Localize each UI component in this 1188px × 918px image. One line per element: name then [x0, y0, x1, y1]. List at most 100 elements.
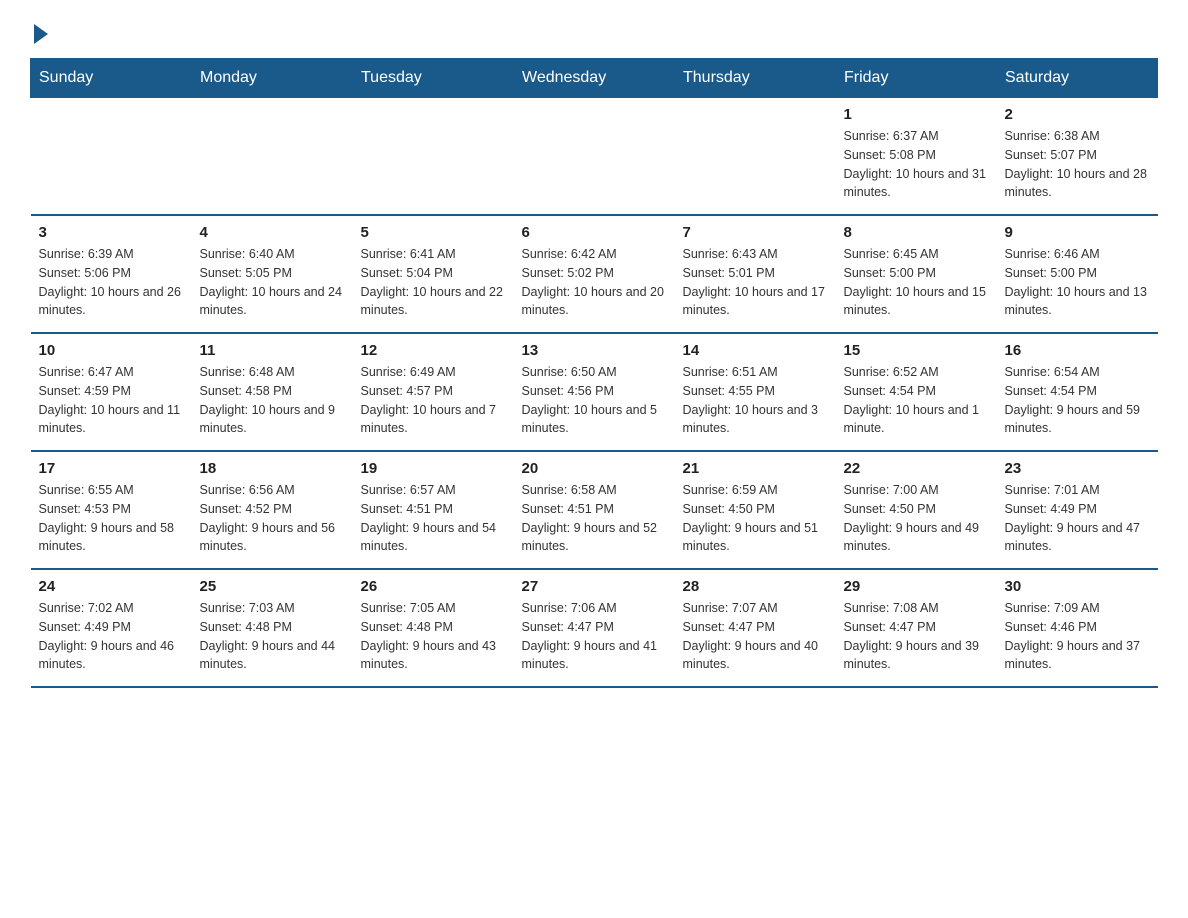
- calendar-row: 10 Sunrise: 6:47 AMSunset: 4:59 PMDayligh…: [31, 333, 1158, 451]
- calendar-row: 3 Sunrise: 6:39 AMSunset: 5:06 PMDaylight…: [31, 215, 1158, 333]
- day-number: 30: [1005, 578, 1150, 595]
- day-info: Sunrise: 6:57 AMSunset: 4:51 PMDaylight:…: [361, 481, 506, 556]
- calendar-cell: [675, 98, 836, 216]
- day-number: 2: [1005, 106, 1150, 123]
- calendar-cell: 4 Sunrise: 6:40 AMSunset: 5:05 PMDaylight…: [192, 215, 353, 333]
- calendar-table: SundayMondayTuesdayWednesdayThursdayFrid…: [30, 58, 1158, 688]
- calendar-cell: 11 Sunrise: 6:48 AMSunset: 4:58 PMDayligh…: [192, 333, 353, 451]
- day-info: Sunrise: 7:08 AMSunset: 4:47 PMDaylight:…: [844, 599, 989, 674]
- calendar-cell: [192, 98, 353, 216]
- day-info: Sunrise: 6:42 AMSunset: 5:02 PMDaylight:…: [522, 245, 667, 320]
- day-number: 13: [522, 342, 667, 359]
- logo-arrow-icon: [34, 24, 48, 44]
- day-number: 19: [361, 460, 506, 477]
- day-number: 24: [39, 578, 184, 595]
- calendar-cell: 17 Sunrise: 6:55 AMSunset: 4:53 PMDayligh…: [31, 451, 192, 569]
- day-info: Sunrise: 7:07 AMSunset: 4:47 PMDaylight:…: [683, 599, 828, 674]
- day-number: 14: [683, 342, 828, 359]
- day-number: 12: [361, 342, 506, 359]
- calendar-row: 1 Sunrise: 6:37 AMSunset: 5:08 PMDaylight…: [31, 98, 1158, 216]
- day-info: Sunrise: 6:51 AMSunset: 4:55 PMDaylight:…: [683, 363, 828, 438]
- calendar-cell: 5 Sunrise: 6:41 AMSunset: 5:04 PMDaylight…: [353, 215, 514, 333]
- calendar-cell: 27Sunrise: 7:06 AMSunset: 4:47 PMDayligh…: [514, 569, 675, 687]
- day-info: Sunrise: 7:09 AMSunset: 4:46 PMDaylight:…: [1005, 599, 1150, 674]
- calendar-cell: 21 Sunrise: 6:59 AMSunset: 4:50 PMDayligh…: [675, 451, 836, 569]
- weekday-header-tuesday: Tuesday: [353, 59, 514, 98]
- weekday-header-row: SundayMondayTuesdayWednesdayThursdayFrid…: [31, 59, 1158, 98]
- day-info: Sunrise: 6:45 AMSunset: 5:00 PMDaylight:…: [844, 245, 989, 320]
- day-info: Sunrise: 7:06 AMSunset: 4:47 PMDaylight:…: [522, 599, 667, 674]
- day-info: Sunrise: 6:47 AMSunset: 4:59 PMDaylight:…: [39, 363, 184, 438]
- day-info: Sunrise: 7:05 AMSunset: 4:48 PMDaylight:…: [361, 599, 506, 674]
- weekday-header-saturday: Saturday: [997, 59, 1158, 98]
- weekday-header-wednesday: Wednesday: [514, 59, 675, 98]
- calendar-row: 17 Sunrise: 6:55 AMSunset: 4:53 PMDayligh…: [31, 451, 1158, 569]
- day-number: 17: [39, 460, 184, 477]
- calendar-row: 24 Sunrise: 7:02 AMSunset: 4:49 PMDayligh…: [31, 569, 1158, 687]
- day-number: 22: [844, 460, 989, 477]
- day-info: Sunrise: 6:38 AMSunset: 5:07 PMDaylight:…: [1005, 127, 1150, 202]
- day-number: 9: [1005, 224, 1150, 241]
- day-info: Sunrise: 6:46 AMSunset: 5:00 PMDaylight:…: [1005, 245, 1150, 320]
- weekday-header-thursday: Thursday: [675, 59, 836, 98]
- day-info: Sunrise: 6:37 AMSunset: 5:08 PMDaylight:…: [844, 127, 989, 202]
- calendar-cell: 15Sunrise: 6:52 AMSunset: 4:54 PMDayligh…: [836, 333, 997, 451]
- day-number: 10: [39, 342, 184, 359]
- calendar-cell: 8 Sunrise: 6:45 AMSunset: 5:00 PMDaylight…: [836, 215, 997, 333]
- calendar-cell: 14 Sunrise: 6:51 AMSunset: 4:55 PMDayligh…: [675, 333, 836, 451]
- calendar-cell: 25 Sunrise: 7:03 AMSunset: 4:48 PMDayligh…: [192, 569, 353, 687]
- day-number: 11: [200, 342, 345, 359]
- calendar-cell: 19 Sunrise: 6:57 AMSunset: 4:51 PMDayligh…: [353, 451, 514, 569]
- day-number: 6: [522, 224, 667, 241]
- day-info: Sunrise: 7:01 AMSunset: 4:49 PMDaylight:…: [1005, 481, 1150, 556]
- calendar-cell: 22 Sunrise: 7:00 AMSunset: 4:50 PMDayligh…: [836, 451, 997, 569]
- day-info: Sunrise: 7:03 AMSunset: 4:48 PMDaylight:…: [200, 599, 345, 674]
- day-number: 25: [200, 578, 345, 595]
- day-number: 5: [361, 224, 506, 241]
- calendar-cell: 30 Sunrise: 7:09 AMSunset: 4:46 PMDayligh…: [997, 569, 1158, 687]
- day-info: Sunrise: 6:48 AMSunset: 4:58 PMDaylight:…: [200, 363, 345, 438]
- day-number: 29: [844, 578, 989, 595]
- weekday-header-monday: Monday: [192, 59, 353, 98]
- day-number: 16: [1005, 342, 1150, 359]
- calendar-cell: 28 Sunrise: 7:07 AMSunset: 4:47 PMDayligh…: [675, 569, 836, 687]
- day-info: Sunrise: 6:40 AMSunset: 5:05 PMDaylight:…: [200, 245, 345, 320]
- day-number: 21: [683, 460, 828, 477]
- calendar-cell: 23 Sunrise: 7:01 AMSunset: 4:49 PMDayligh…: [997, 451, 1158, 569]
- day-info: Sunrise: 6:58 AMSunset: 4:51 PMDaylight:…: [522, 481, 667, 556]
- weekday-header-friday: Friday: [836, 59, 997, 98]
- calendar-cell: 3 Sunrise: 6:39 AMSunset: 5:06 PMDaylight…: [31, 215, 192, 333]
- logo: [30, 20, 48, 38]
- day-info: Sunrise: 6:41 AMSunset: 5:04 PMDaylight:…: [361, 245, 506, 320]
- day-number: 26: [361, 578, 506, 595]
- day-number: 1: [844, 106, 989, 123]
- day-number: 23: [1005, 460, 1150, 477]
- day-number: 15: [844, 342, 989, 359]
- calendar-cell: 13 Sunrise: 6:50 AMSunset: 4:56 PMDayligh…: [514, 333, 675, 451]
- page-header: [30, 20, 1158, 38]
- calendar-cell: [353, 98, 514, 216]
- day-number: 4: [200, 224, 345, 241]
- day-info: Sunrise: 6:59 AMSunset: 4:50 PMDaylight:…: [683, 481, 828, 556]
- calendar-cell: 29 Sunrise: 7:08 AMSunset: 4:47 PMDayligh…: [836, 569, 997, 687]
- day-info: Sunrise: 6:54 AMSunset: 4:54 PMDaylight:…: [1005, 363, 1150, 438]
- weekday-header-sunday: Sunday: [31, 59, 192, 98]
- day-number: 8: [844, 224, 989, 241]
- day-info: Sunrise: 7:02 AMSunset: 4:49 PMDaylight:…: [39, 599, 184, 674]
- day-info: Sunrise: 6:55 AMSunset: 4:53 PMDaylight:…: [39, 481, 184, 556]
- calendar-cell: [31, 98, 192, 216]
- calendar-cell: 26 Sunrise: 7:05 AMSunset: 4:48 PMDayligh…: [353, 569, 514, 687]
- day-number: 7: [683, 224, 828, 241]
- day-info: Sunrise: 6:39 AMSunset: 5:06 PMDaylight:…: [39, 245, 184, 320]
- calendar-cell: [514, 98, 675, 216]
- day-number: 28: [683, 578, 828, 595]
- calendar-cell: 2 Sunrise: 6:38 AMSunset: 5:07 PMDaylight…: [997, 98, 1158, 216]
- day-info: Sunrise: 6:49 AMSunset: 4:57 PMDaylight:…: [361, 363, 506, 438]
- calendar-cell: 20Sunrise: 6:58 AMSunset: 4:51 PMDayligh…: [514, 451, 675, 569]
- calendar-cell: 9 Sunrise: 6:46 AMSunset: 5:00 PMDaylight…: [997, 215, 1158, 333]
- day-number: 3: [39, 224, 184, 241]
- day-info: Sunrise: 7:00 AMSunset: 4:50 PMDaylight:…: [844, 481, 989, 556]
- day-number: 18: [200, 460, 345, 477]
- day-info: Sunrise: 6:50 AMSunset: 4:56 PMDaylight:…: [522, 363, 667, 438]
- calendar-cell: 7Sunrise: 6:43 AMSunset: 5:01 PMDaylight…: [675, 215, 836, 333]
